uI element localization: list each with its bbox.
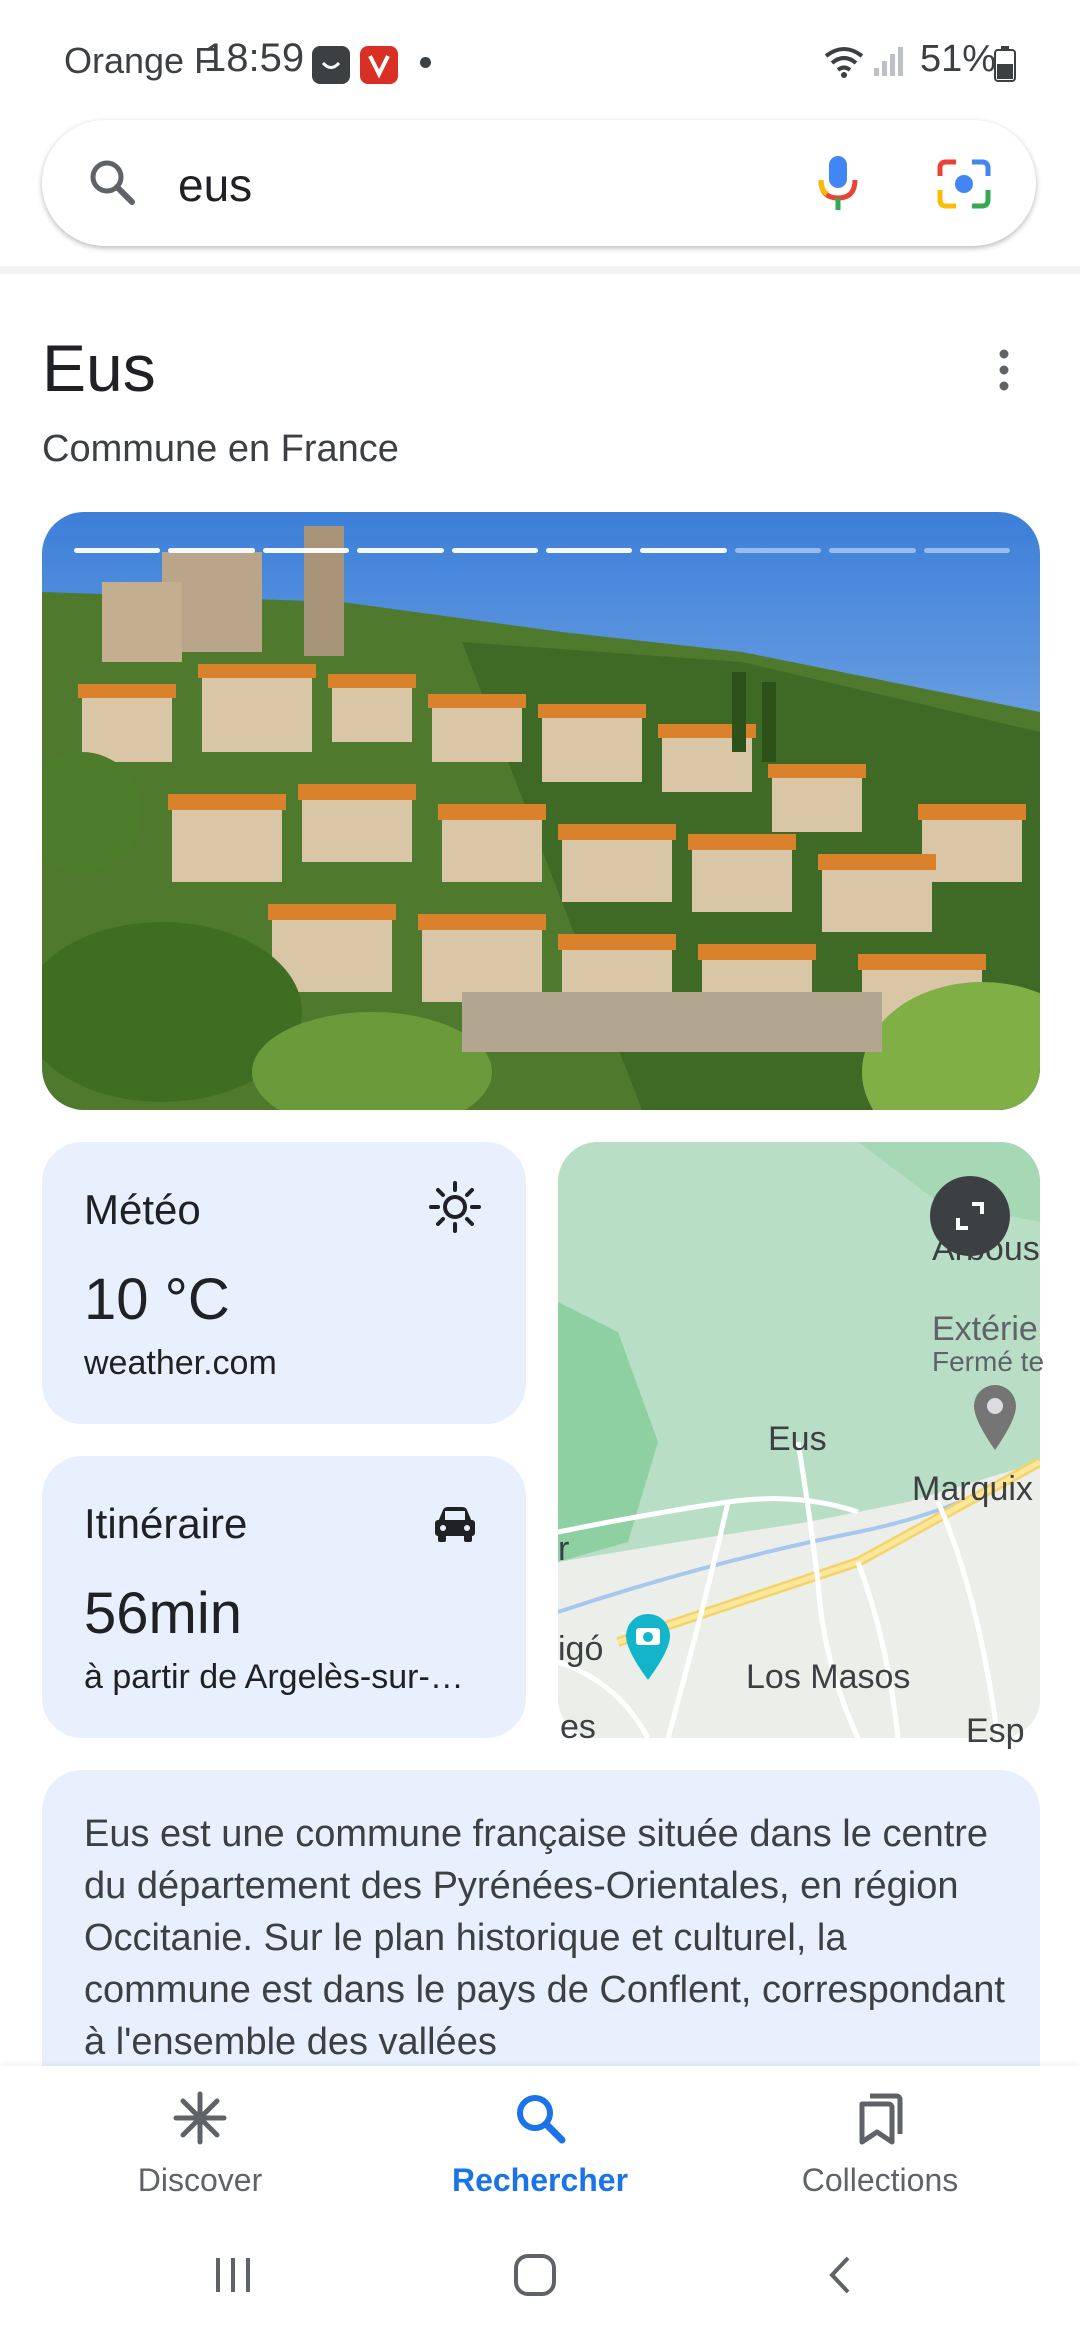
home-icon[interactable] (510, 2250, 560, 2300)
battery-icon (994, 46, 1016, 82)
progress-segment (829, 548, 916, 553)
wifi-icon (822, 44, 866, 78)
asterisk-icon (173, 2091, 227, 2145)
search-icon (86, 156, 138, 208)
route-origin: à partir de Argelès-sur-… (84, 1658, 464, 1696)
map-label-bottom-right-partial: Esp (966, 1712, 1025, 1750)
map-label-los-masos: Los Masos (746, 1658, 911, 1696)
entity-title: Eus (42, 331, 156, 405)
nav-search-label: Rechercher (451, 2162, 629, 2198)
progress-segment (168, 548, 255, 553)
signal-icon (872, 44, 906, 78)
map-label-prades-partial: igó (558, 1630, 604, 1668)
weather-label: Météo (84, 1186, 201, 1233)
progress-segment (357, 548, 444, 553)
app-notification-icon (360, 46, 398, 84)
expand-icon (956, 1202, 984, 1230)
route-label: Itinéraire (84, 1500, 248, 1547)
route-duration: 56min (84, 1581, 242, 1646)
collections-icon (859, 2093, 903, 2145)
app-notification-icon (312, 46, 350, 84)
nav-collections-label: Collections (801, 2162, 959, 2198)
back-icon[interactable] (818, 2252, 864, 2298)
search-icon (517, 2095, 566, 2144)
notification-dot (420, 57, 431, 68)
progress-segment (74, 548, 161, 553)
more-options-icon[interactable] (984, 346, 1024, 394)
story-progress-bar (74, 548, 1011, 554)
search-input[interactable]: eus (178, 158, 252, 212)
progress-segment (546, 548, 633, 553)
nav-discover-label: Discover (137, 2162, 263, 2198)
status-clock: 18:59 (204, 36, 305, 80)
village-photo[interactable] (42, 512, 1040, 1110)
weather-temperature: 10 °C (84, 1267, 230, 1332)
progress-segment (923, 548, 1011, 553)
expand-map-button[interactable] (930, 1176, 1010, 1256)
progress-segment (734, 548, 822, 553)
car-icon (430, 1500, 480, 1550)
map-pin-icon (968, 1380, 1022, 1452)
header-divider (0, 266, 1080, 274)
nav-search[interactable]: Rechercher (410, 2088, 670, 2208)
progress-segment (262, 548, 350, 553)
battery-percentage: 51% (920, 38, 997, 80)
progress-segment (640, 548, 727, 553)
microphone-icon[interactable] (814, 154, 862, 214)
entity-subtitle: Commune en France (42, 428, 399, 470)
status-bar: Orange F 18:59 51% (0, 0, 1080, 120)
map-label-exterieur: Extérie (932, 1310, 1038, 1348)
sun-icon (428, 1180, 482, 1234)
lens-camera-icon[interactable] (936, 156, 992, 212)
progress-segment (451, 548, 539, 553)
map-label-ferme: Fermé te (932, 1346, 1045, 1377)
weather-source: weather.com (84, 1344, 277, 1382)
description-text: Eus est une commune française située dan… (84, 1813, 1005, 2063)
map-label-bottom-left-partial: es (560, 1708, 596, 1746)
recent-apps-icon[interactable] (210, 2252, 256, 2298)
map-label-eus: Eus (768, 1420, 827, 1458)
nav-discover[interactable]: Discover (70, 2088, 330, 2208)
nav-collections[interactable]: Collections (750, 2088, 1010, 2208)
carrier-name: Orange F (64, 40, 217, 81)
map-label-left-partial: r (558, 1530, 570, 1568)
map-label-marquixanes: Marquix (912, 1470, 1033, 1508)
camera-pin-icon (622, 1610, 674, 1682)
